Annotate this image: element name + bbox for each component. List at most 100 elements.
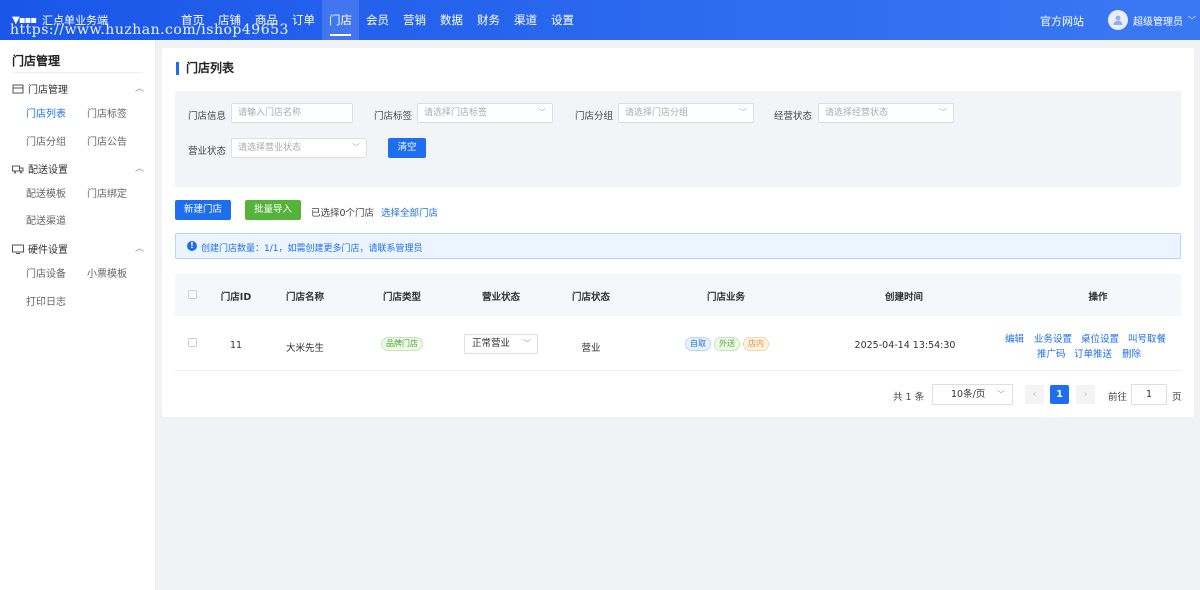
user-icon <box>1113 15 1123 25</box>
col-operations: 操作 <box>1088 292 1108 303</box>
placeholder: 请选择门店分组 <box>625 108 689 118</box>
store-info-input[interactable]: 请输入门店名称 <box>231 103 353 123</box>
sidebar-item-store-tags[interactable]: 门店标签 <box>87 105 127 120</box>
top-navbar: ▼▪▪▪ 汇点单业务端 https://www.huzhan.com/ishop… <box>0 0 1200 40</box>
goto-page-input[interactable]: 1 <box>1131 384 1167 405</box>
goto-label: 前往 <box>1108 392 1128 403</box>
page-number-button[interactable]: 1 <box>1050 385 1069 404</box>
cell-store-id: 11 <box>229 340 243 351</box>
sidebar-item-receipt-template[interactable]: 小票模板 <box>87 265 127 280</box>
bulk-import-button[interactable]: 批量导入 <box>245 200 301 220</box>
clear-filters-button[interactable]: 清空 <box>388 138 426 158</box>
info-icon: ! <box>187 241 197 251</box>
sidebar-group-delivery-settings[interactable]: 配送设置 ︿ <box>12 161 144 176</box>
next-page-button[interactable]: › <box>1076 385 1095 404</box>
sidebar-item-delivery-channel[interactable]: 配送渠道 <box>26 212 66 227</box>
col-store-id: 门店ID <box>220 292 252 303</box>
chevron-up-icon: ︿ <box>134 84 144 94</box>
business-tag-dine-in: 店内 <box>743 337 769 351</box>
biz-status-value: 正常营业 <box>472 338 511 349</box>
manage-status-select[interactable]: 请选择经营状态 ﹀ <box>818 103 954 123</box>
select-all-link[interactable]: 选择全部门店 <box>381 205 438 219</box>
table-header: 门店ID 门店名称 门店类型 营业状态 门店状态 门店业务 创建时间 操作 <box>175 274 1181 316</box>
chevron-down-icon: ﹀ <box>523 339 531 348</box>
chevron-down-icon: ﹀ <box>1188 15 1196 25</box>
page-title: 门店列表 <box>176 62 234 75</box>
page-size-select[interactable]: 10条/页 ﹀ <box>932 384 1013 405</box>
page-size-value: 10条/页 <box>951 389 986 400</box>
col-biz-status: 营业状态 <box>481 292 520 303</box>
delete-link[interactable]: 删除 <box>1122 346 1141 360</box>
nav-products[interactable]: 商品 <box>248 0 285 40</box>
official-site-link[interactable]: 官方网站 <box>1040 13 1084 29</box>
user-menu[interactable]: 超级管理员 ﹀ <box>1108 10 1196 30</box>
store-type-tag: 品牌门店 <box>381 337 423 351</box>
cell-store-business: 自取 外送 店内 <box>675 337 779 351</box>
store-icon <box>12 84 24 93</box>
call-number-link[interactable]: 叫号取餐 <box>1128 331 1166 345</box>
business-tag-delivery: 外送 <box>714 337 740 351</box>
new-store-button[interactable]: 新建门店 <box>175 200 231 220</box>
nav-data[interactable]: 数据 <box>433 0 470 40</box>
placeholder: 请选择经营状态 <box>825 108 889 118</box>
promo-code-link[interactable]: 推广码 <box>1037 346 1066 360</box>
nav-members[interactable]: 会员 <box>359 0 396 40</box>
sidebar-group-store-management[interactable]: 门店管理 ︿ <box>12 81 144 96</box>
info-alert: ! 创建门店数量：1/1，如需创建更多门店，请联系管理员 <box>175 233 1181 259</box>
placeholder: 请选择门店标签 <box>424 108 488 118</box>
chevron-up-icon: ︿ <box>134 164 144 174</box>
avatar <box>1108 10 1128 30</box>
nav-shop[interactable]: 店铺 <box>211 0 248 40</box>
chevron-up-icon: ︿ <box>134 244 144 254</box>
row-checkbox[interactable] <box>188 338 197 347</box>
placeholder: 请选择营业状态 <box>238 143 302 153</box>
table-settings-link[interactable]: 桌位设置 <box>1081 331 1119 345</box>
chevron-down-icon: ﹀ <box>997 390 1005 399</box>
order-push-link[interactable]: 订单推送 <box>1074 346 1112 360</box>
store-list-card: 门店列表 门店信息 请输入门店名称 门店标签 请选择门店标签 ﹀ 门店分组 请选择… <box>162 48 1194 417</box>
delivery-icon <box>12 165 24 173</box>
col-store-status: 门店状态 <box>571 292 610 303</box>
nav-finance[interactable]: 财务 <box>470 0 507 40</box>
pagination-total: 共 1 条 <box>893 392 925 403</box>
store-tag-select[interactable]: 请选择门店标签 ﹀ <box>417 103 553 123</box>
nav-orders[interactable]: 订单 <box>285 0 322 40</box>
prev-page-button[interactable]: ‹ <box>1025 385 1044 404</box>
biz-status-select[interactable]: 请选择营业状态 ﹀ <box>231 138 367 158</box>
select-all-checkbox[interactable] <box>188 290 197 299</box>
sidebar-item-store-list[interactable]: 门店列表 <box>26 105 66 120</box>
store-group-select[interactable]: 请选择门店分组 ﹀ <box>618 103 754 123</box>
hardware-icon <box>12 244 24 254</box>
sidebar-divider <box>12 72 143 73</box>
col-store-type: 门店类型 <box>382 292 421 303</box>
sidebar-title: 门店管理 <box>12 54 61 68</box>
business-tag-pickup: 自取 <box>685 337 711 351</box>
chevron-down-icon: ﹀ <box>538 108 546 117</box>
chevron-left-icon: ‹ <box>1032 389 1037 400</box>
selected-count: 已选择0个门店 <box>311 208 375 219</box>
sidebar-item-store-notice[interactable]: 门店公告 <box>87 133 127 148</box>
cell-store-status: 营业 <box>581 343 601 354</box>
sidebar-group-label: 门店管理 <box>28 85 68 96</box>
nav-channels[interactable]: 渠道 <box>507 0 544 40</box>
nav-home[interactable]: 首页 <box>174 0 211 40</box>
edit-link[interactable]: 编辑 <box>1005 331 1024 345</box>
nav-stores[interactable]: 门店 <box>322 0 359 40</box>
nav-marketing[interactable]: 营销 <box>396 0 433 40</box>
main-nav: 首页 店铺 商品 订单 门店 会员 营销 数据 财务 渠道 设置 <box>174 0 581 40</box>
manage-status-label: 经营状态 <box>774 111 813 122</box>
sidebar-group-label: 硬件设置 <box>28 245 68 256</box>
sidebar-item-store-groups[interactable]: 门店分组 <box>26 133 66 148</box>
sidebar-item-delivery-template[interactable]: 配送模板 <box>26 185 66 200</box>
filter-panel: 门店信息 请输入门店名称 门店标签 请选择门店标签 ﹀ 门店分组 请选择门店分组 ﹀… <box>175 91 1181 187</box>
nav-settings[interactable]: 设置 <box>544 0 581 40</box>
sidebar-group-hardware-settings[interactable]: 硬件设置 ︿ <box>12 241 144 256</box>
sidebar-item-store-devices[interactable]: 门店设备 <box>26 265 66 280</box>
sidebar-item-store-binding[interactable]: 门店绑定 <box>87 185 127 200</box>
goto-unit: 页 <box>1172 392 1182 403</box>
biz-status-dropdown[interactable]: 正常营业 ﹀ <box>464 334 538 354</box>
business-settings-link[interactable]: 业务设置 <box>1034 331 1072 345</box>
cell-store-type: 品牌门店 <box>372 337 432 351</box>
user-name: 超级管理员 <box>1133 16 1183 28</box>
sidebar-item-print-log[interactable]: 打印日志 <box>26 293 66 308</box>
